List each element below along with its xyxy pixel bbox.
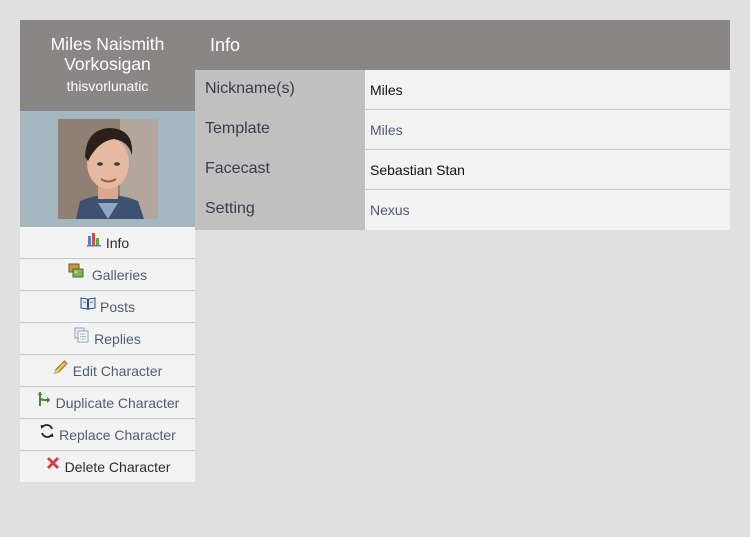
info-label: Setting	[195, 190, 365, 230]
sidebar-item-label: Duplicate Character	[55, 394, 180, 411]
avatar-area	[20, 111, 195, 227]
setting-link[interactable]: Nexus	[365, 190, 730, 230]
page-title: Info	[195, 20, 730, 70]
sidebar-item-label: Replace Character	[59, 426, 176, 443]
info-label: Nickname(s)	[195, 70, 365, 110]
sidebar-item-posts[interactable]: Posts	[20, 291, 195, 323]
info-value: Sebastian Stan	[365, 150, 730, 190]
sidebar-item-label: Galleries	[91, 266, 148, 283]
duplicate-arrow-icon	[36, 391, 52, 407]
info-label: Template	[195, 110, 365, 150]
info-row-facecast: Facecast Sebastian Stan	[195, 150, 730, 190]
info-row-setting: Setting Nexus	[195, 190, 730, 230]
info-chart-icon	[86, 231, 102, 247]
pencil-icon	[53, 359, 69, 375]
replies-icon	[74, 327, 90, 343]
character-header: Miles Naismith Vorkosigan thisvorlunatic	[20, 20, 195, 111]
sidebar-item-replace-character[interactable]: Replace Character	[20, 419, 195, 451]
character-sidebar: Miles Naismith Vorkosigan thisvorlunatic	[20, 20, 195, 482]
sidebar-item-delete-character[interactable]: Delete Character	[20, 451, 195, 482]
info-panel: Info Nickname(s) Miles Template Miles Fa…	[195, 20, 730, 230]
character-user-link[interactable]: thisvorlunatic	[20, 75, 195, 97]
delete-x-icon	[45, 455, 61, 471]
info-row-template: Template Miles	[195, 110, 730, 150]
info-row-nicknames: Nickname(s) Miles	[195, 70, 730, 110]
sidebar-item-label: Edit Character	[72, 362, 163, 379]
sidebar-item-edit-character[interactable]: Edit Character	[20, 355, 195, 387]
sidebar-item-info[interactable]: Info	[20, 227, 195, 259]
sidebar-item-galleries[interactable]: Galleries	[20, 259, 195, 291]
info-label: Facecast	[195, 150, 365, 190]
avatar[interactable]	[57, 119, 158, 219]
sidebar-item-label: Info	[105, 234, 130, 251]
refresh-icon	[39, 423, 55, 439]
sidebar-item-duplicate-character[interactable]: Duplicate Character	[20, 387, 195, 419]
book-icon	[80, 295, 96, 311]
character-name: Miles Naismith Vorkosigan	[50, 34, 165, 74]
info-value: Miles	[365, 70, 730, 110]
sidebar-item-replies[interactable]: Replies	[20, 323, 195, 355]
sidebar-item-label: Replies	[94, 330, 141, 347]
galleries-icon	[68, 263, 84, 279]
template-link[interactable]: Miles	[365, 110, 730, 150]
sidebar-item-label: Posts	[99, 298, 135, 315]
sidebar-item-label: Delete Character	[64, 458, 171, 475]
